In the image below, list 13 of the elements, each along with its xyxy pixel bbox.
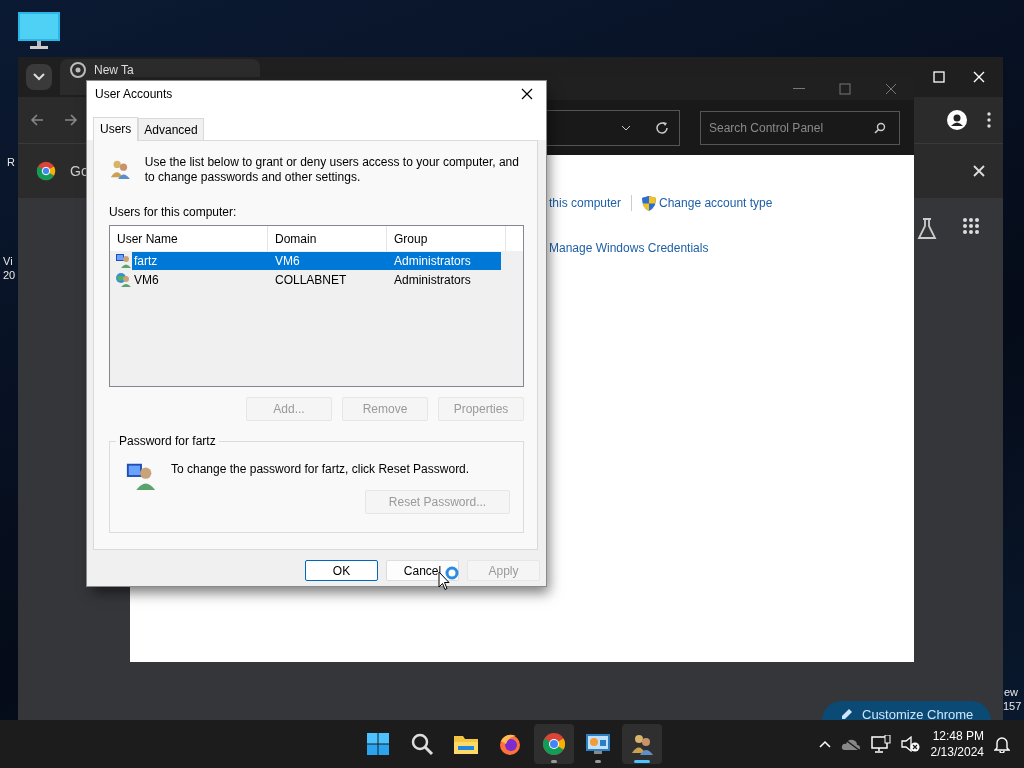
window-title: User Accounts: [95, 87, 173, 101]
password-hint: To change the password for fartz, click Reset Password.: [171, 462, 470, 476]
instructions-text: Use the list below to grant or deny users access to your computer, and to change passwords and other settings.: [144, 155, 520, 185]
desktop-icon-label: R: [7, 156, 15, 169]
group-title: Password for fartz: [116, 434, 219, 448]
clock-date: 2/13/2024: [930, 744, 984, 760]
desktop-icon-label: 157: [1003, 700, 1022, 713]
list-label: Users for this computer:: [109, 205, 238, 219]
desktop-icon-label: Vi: [3, 255, 13, 268]
desktop-icon-label: ew: [1004, 686, 1019, 699]
tab-title: New Ta: [94, 63, 134, 77]
clock-time: 12:48 PM: [932, 728, 984, 744]
desktop-icon-label: 20: [3, 269, 16, 282]
